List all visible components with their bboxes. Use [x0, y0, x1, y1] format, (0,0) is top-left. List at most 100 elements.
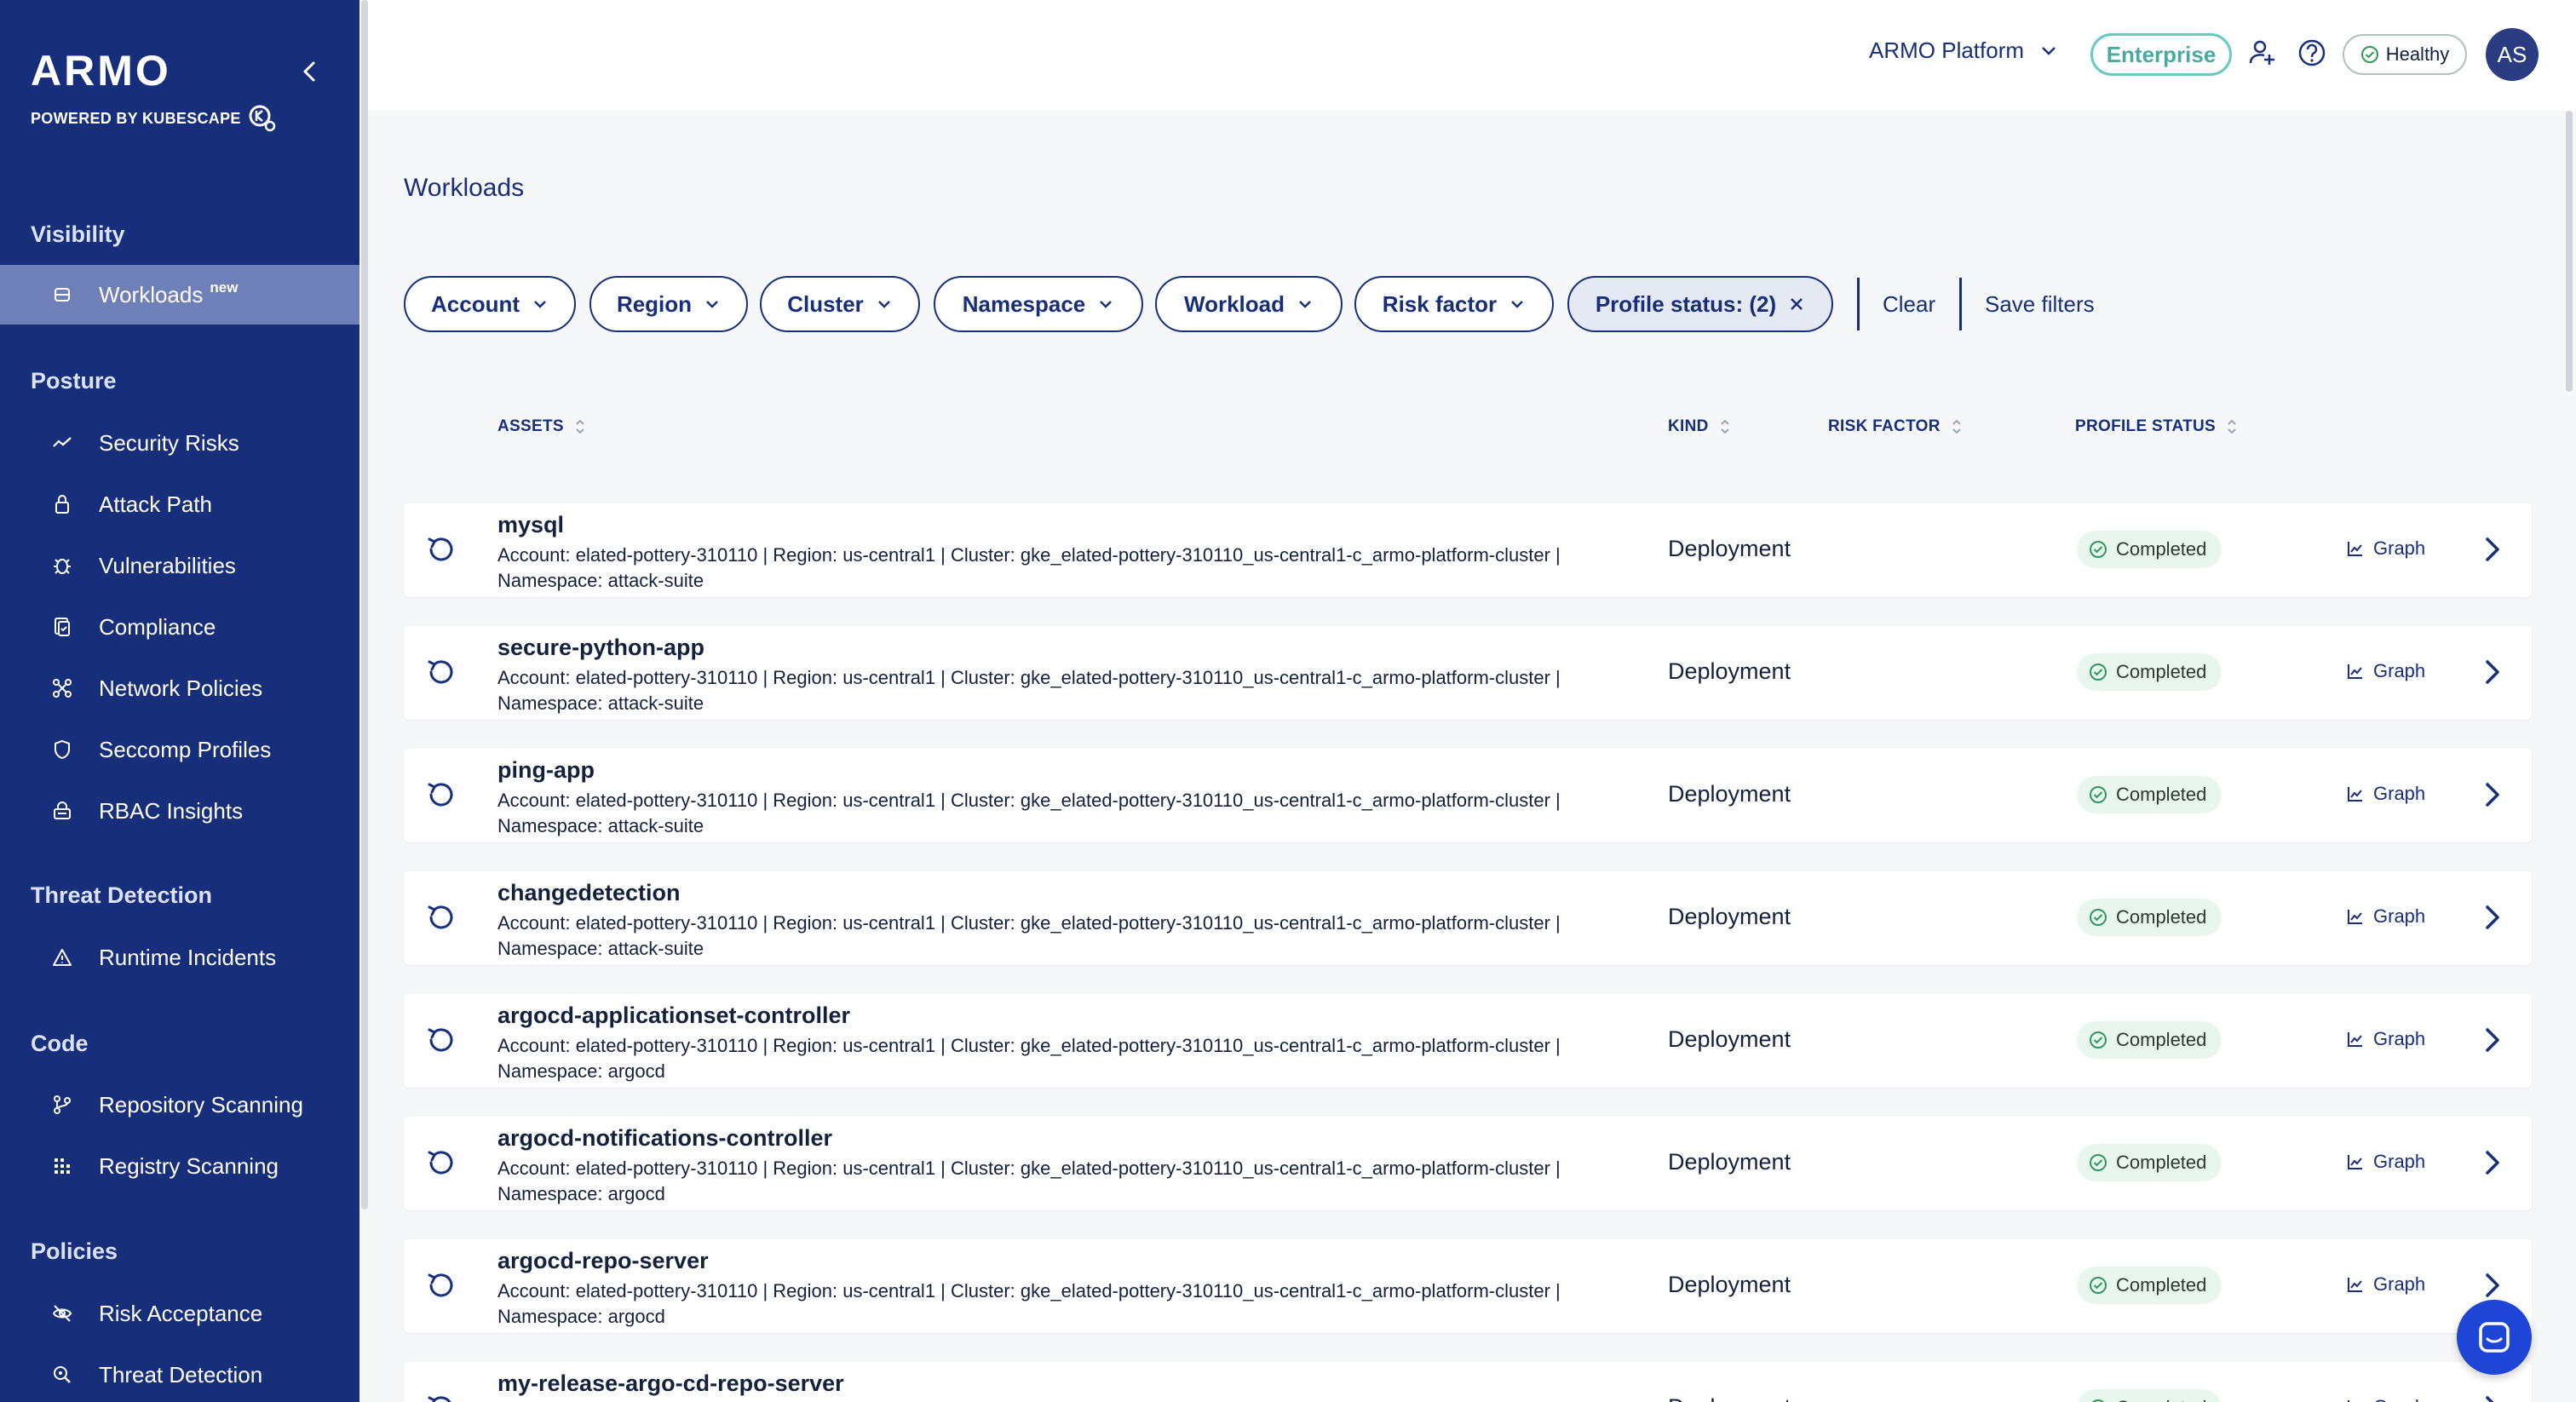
save-filters-button[interactable]: Save filters [1985, 291, 2095, 318]
sidebar-item-label: Attack Path [99, 491, 212, 517]
table-row[interactable]: changedetection Account: elated-pottery-… [404, 871, 2532, 965]
table-row[interactable]: argocd-repo-server Account: elated-potte… [404, 1239, 2532, 1333]
chevron-down-icon [1299, 301, 1311, 308]
workload-kind: Deployment [1668, 536, 1791, 561]
brand[interactable]: ARMO POWERED BY KUBESCAPE [31, 49, 277, 133]
workload-name[interactable]: secure-python-app [497, 635, 704, 661]
graph-icon [2348, 664, 2362, 679]
add-user-icon[interactable] [2247, 37, 2278, 68]
sidebar-scrollbar[interactable] [361, 0, 368, 1210]
workload-name[interactable]: mysql [497, 512, 564, 538]
refresh-icon [428, 537, 453, 561]
divider [1959, 278, 1962, 330]
workload-name[interactable]: changedetection [497, 880, 681, 906]
check-circle-icon [2360, 46, 2378, 63]
filter-label: Namespace [962, 290, 1086, 317]
sidebar-item-vulnerabilities[interactable]: Vulnerabilities [0, 536, 359, 595]
chevron-right-icon[interactable] [2479, 779, 2506, 810]
table-row[interactable]: my-release-argo-cd-repo-server Deploymen… [404, 1362, 2532, 1402]
sidebar-item-label: Security Risks [99, 429, 239, 456]
sidebar-item-seccomp-profiles[interactable]: Seccomp Profiles [0, 720, 359, 779]
table-row[interactable]: mysql Account: elated-pottery-310110 | R… [404, 503, 2532, 597]
workload-details: Account: elated-pottery-310110 | Region:… [497, 1033, 1596, 1084]
sidebar-item-runtime-incidents[interactable]: Runtime Incidents [0, 928, 359, 987]
filter-profile-status[interactable]: Profile status: (2) [1567, 276, 1833, 332]
filter-workload[interactable]: Workload [1155, 276, 1343, 332]
filter-label: Region [616, 290, 693, 317]
workload-name[interactable]: argocd-applicationset-controller [497, 1003, 850, 1029]
column-assets[interactable]: ASSETS [497, 417, 586, 436]
graph-link[interactable]: Graph [2346, 660, 2425, 682]
sidebar-item-network-policies[interactable]: Network Policies [0, 658, 359, 718]
workload-name[interactable]: argocd-notifications-controller [497, 1125, 832, 1152]
sidebar-item-workloads[interactable]: Workloads new [0, 265, 359, 325]
sidebar-item-label: Network Policies [99, 675, 263, 701]
sidebar-item-repository-scanning[interactable]: Repository Scanning [0, 1075, 359, 1135]
workload-name[interactable]: ping-app [497, 757, 595, 784]
chevron-right-icon[interactable] [2479, 902, 2506, 933]
column-profile-status[interactable]: PROFILE STATUS [2075, 417, 2238, 436]
chat-button[interactable] [2457, 1300, 2532, 1375]
chevron-right-icon[interactable] [2479, 1393, 2506, 1402]
table-row[interactable]: argocd-notifications-controller Account:… [404, 1117, 2532, 1210]
filter-risk-factor[interactable]: Risk factor [1354, 276, 1554, 332]
health-status[interactable]: Healthy [2343, 34, 2467, 75]
chevron-right-icon[interactable] [2479, 1147, 2506, 1178]
table-row[interactable]: argocd-applicationset-controller Account… [404, 994, 2532, 1088]
attack-path-icon [51, 493, 73, 515]
chevron-right-icon[interactable] [2479, 1270, 2506, 1301]
sidebar-item-label: Workloads [99, 281, 204, 307]
graph-icon [2348, 1400, 2349, 1402]
graph-link[interactable]: Graph [2346, 1396, 2425, 1402]
chevron-right-icon[interactable] [2479, 657, 2506, 687]
filter-label: Cluster [787, 290, 864, 317]
column-risk-factor[interactable]: RISK FACTOR [1828, 417, 1963, 436]
column-label: PROFILE STATUS [2075, 417, 2216, 435]
sidebar-item-attack-path[interactable]: Attack Path [0, 474, 359, 534]
clear-filters-button[interactable]: Clear [1883, 291, 1935, 318]
refresh-icon [428, 905, 453, 929]
main-scrollbar[interactable] [2566, 111, 2573, 392]
graph-icon [2348, 1032, 2362, 1047]
column-kind[interactable]: KIND [1668, 417, 1731, 436]
plan-badge[interactable]: Enterprise [2090, 33, 2232, 76]
filter-account[interactable]: Account [404, 276, 576, 332]
sidebar-item-registry-scanning[interactable]: Registry Scanning [0, 1136, 359, 1196]
org-selector[interactable]: ARMO Platform [1869, 37, 2058, 64]
page-title: Workloads [404, 174, 525, 202]
filter-region[interactable]: Region [589, 276, 748, 332]
filter-cluster[interactable]: Cluster [760, 276, 920, 332]
graph-label: Graph [2373, 660, 2426, 681]
chevron-right-icon[interactable] [2479, 534, 2506, 565]
table-row[interactable]: secure-python-app Account: elated-potter… [404, 626, 2532, 720]
sidebar-item-risk-acceptance[interactable]: Risk Acceptance [0, 1284, 359, 1343]
sidebar-item-security-risks[interactable]: Security Risks [0, 413, 359, 473]
status-label: Completed [2116, 906, 2207, 928]
table-row[interactable]: ping-app Account: elated-pottery-310110 … [404, 749, 2532, 842]
graph-link[interactable]: Graph [2346, 1028, 2425, 1050]
chevron-down-icon [534, 301, 546, 308]
graph-link[interactable]: Graph [2346, 905, 2425, 928]
refresh-icon [428, 660, 453, 684]
graph-link[interactable]: Graph [2346, 1273, 2425, 1296]
graph-link[interactable]: Graph [2346, 537, 2425, 560]
graph-link[interactable]: Graph [2346, 1151, 2425, 1173]
help-icon[interactable] [2297, 37, 2327, 68]
graph-link[interactable]: Graph [2346, 783, 2425, 805]
filter-label: Account [431, 290, 520, 317]
sidebar-item-label: Vulnerabilities [99, 552, 236, 578]
avatar[interactable]: AS [2486, 28, 2539, 81]
workload-name[interactable]: my-release-argo-cd-repo-server [497, 1370, 844, 1397]
filter-namespace[interactable]: Namespace [934, 276, 1143, 332]
status-label: Completed [2116, 1029, 2207, 1050]
workload-kind: Deployment [1668, 1394, 1791, 1402]
workload-name[interactable]: argocd-repo-server [497, 1248, 709, 1274]
sidebar-item-threat-detection[interactable]: Threat Detection [0, 1345, 359, 1402]
collapse-sidebar-icon[interactable] [298, 60, 322, 83]
check-circle-icon [2090, 1154, 2107, 1171]
sidebar-item-rbac-insights[interactable]: RBAC Insights [0, 781, 359, 841]
rbac-icon [51, 800, 73, 822]
sidebar-item-compliance[interactable]: Compliance [0, 597, 359, 657]
close-icon[interactable] [1788, 296, 1805, 313]
chevron-right-icon[interactable] [2479, 1025, 2506, 1055]
